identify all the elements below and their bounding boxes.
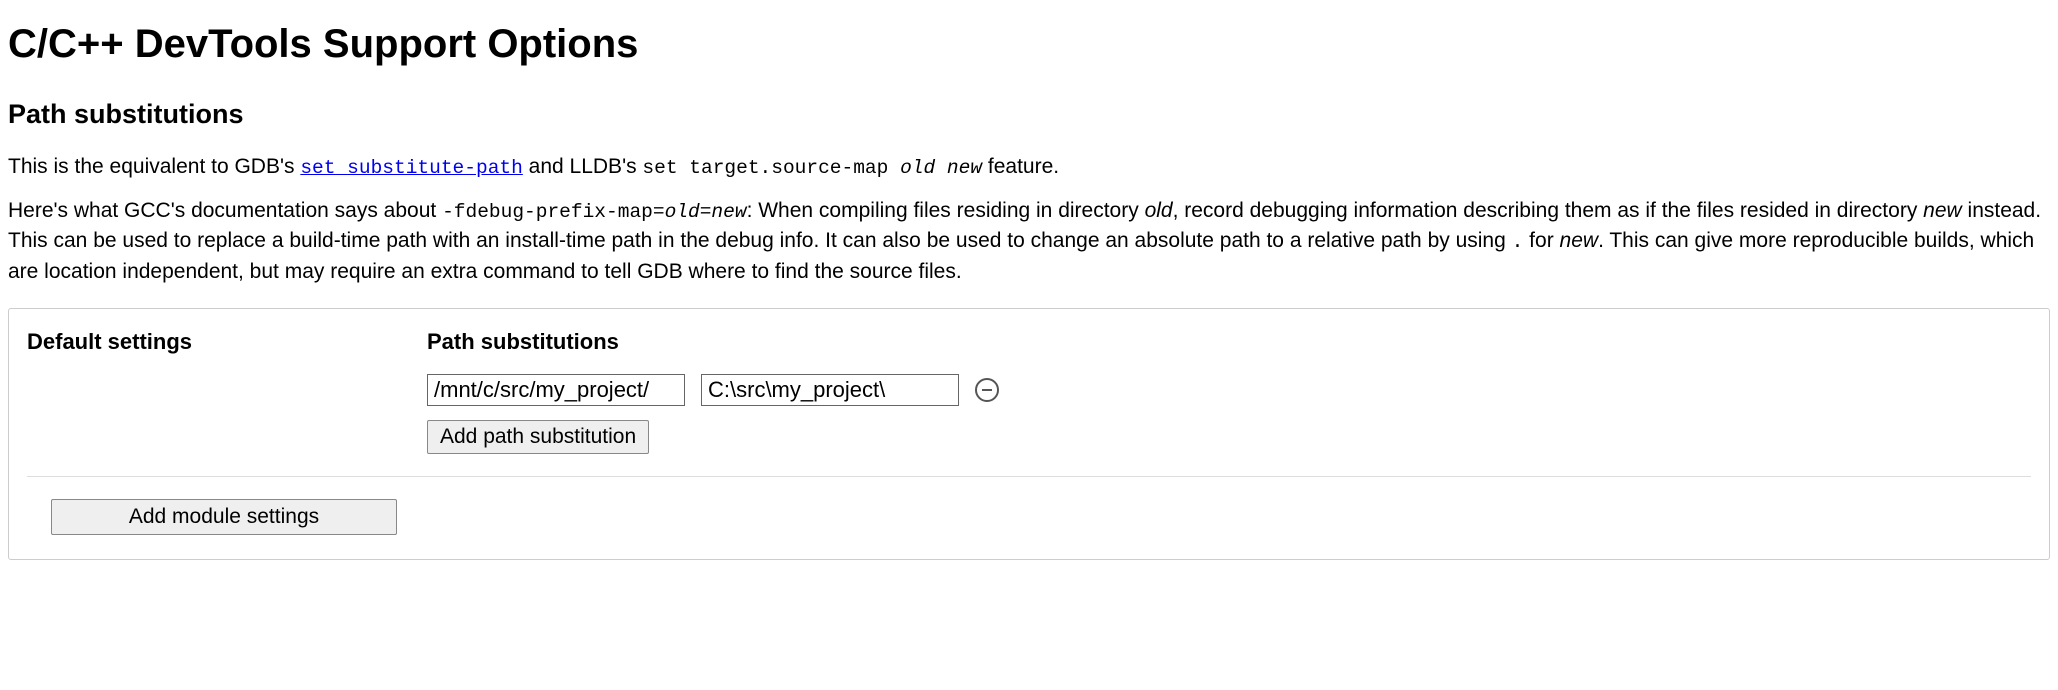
italic-old: old: [1145, 199, 1173, 222]
text: and LLDB's: [523, 155, 643, 178]
settings-panel: Default settings Path substitutions Add …: [8, 308, 2050, 560]
italic-new: new: [1923, 199, 1962, 222]
path-substitution-row: [427, 374, 2031, 406]
description-paragraph-1: This is the equivalent to GDB's set subs…: [8, 152, 2050, 182]
divider: [27, 476, 2031, 477]
text: : When compiling files residing in direc…: [747, 199, 1145, 222]
path-from-input[interactable]: [427, 374, 685, 406]
default-settings-label: Default settings: [27, 327, 427, 358]
text: for: [1523, 229, 1559, 252]
path-to-input[interactable]: [701, 374, 959, 406]
set-substitute-path-link[interactable]: set substitute-path: [300, 157, 523, 179]
italic-new-2: new: [1560, 229, 1599, 252]
section-title: Path substitutions: [8, 96, 2050, 134]
path-substitutions-label: Path substitutions: [427, 327, 2031, 358]
add-module-settings-button[interactable]: Add module settings: [51, 499, 397, 535]
text: feature.: [982, 155, 1059, 178]
code-text: -fdebug-prefix-map=old=new: [442, 201, 747, 223]
add-path-substitution-button[interactable]: Add path substitution: [427, 420, 649, 454]
code-text: set target.source-map old new: [642, 157, 982, 179]
remove-icon[interactable]: [975, 378, 999, 402]
text: , record debugging information describin…: [1173, 199, 1924, 222]
text: This is the equivalent to GDB's: [8, 155, 300, 178]
page-title: C/C++ DevTools Support Options: [8, 16, 2050, 72]
code-dot: .: [1512, 231, 1524, 253]
text: Here's what GCC's documentation says abo…: [8, 199, 442, 222]
description-paragraph-2: Here's what GCC's documentation says abo…: [8, 196, 2050, 286]
